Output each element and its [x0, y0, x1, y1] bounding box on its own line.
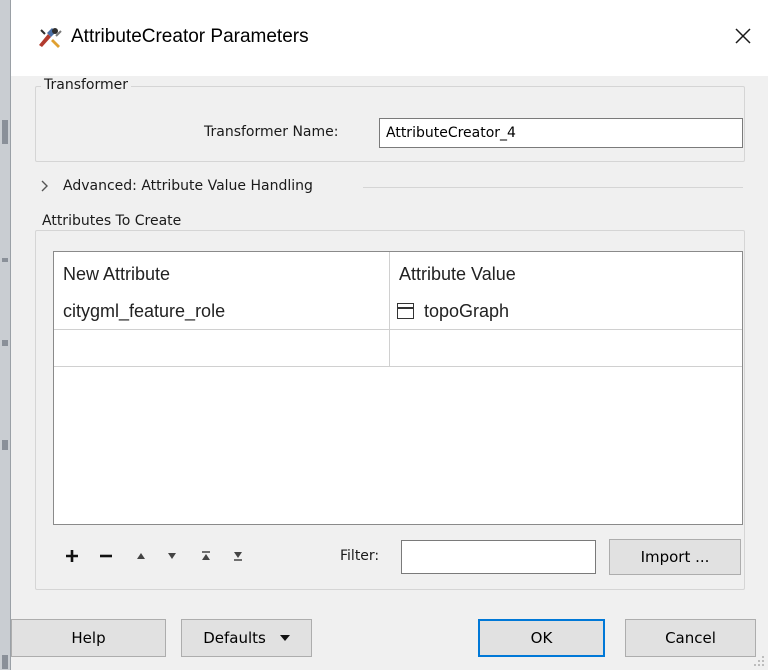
table-row-empty[interactable]	[54, 330, 742, 366]
ok-button[interactable]: OK	[478, 619, 605, 657]
caret-down-icon	[279, 635, 290, 641]
column-header-new-attribute[interactable]: New Attribute	[63, 264, 170, 285]
table-row[interactable]: citygml_feature_role topoGraph	[54, 290, 742, 328]
plus-icon	[66, 550, 78, 562]
transformer-name-input[interactable]	[379, 118, 743, 148]
attribute-value-text: topoGraph	[424, 301, 510, 321]
text-value-icon[interactable]	[397, 303, 414, 319]
advanced-section-label: Advanced: Attribute Value Handling	[63, 178, 313, 194]
help-button[interactable]: Help	[11, 619, 166, 657]
transformer-name-label: Transformer Name:	[204, 124, 339, 140]
attribute-value-cell[interactable]: topoGraph	[397, 301, 509, 322]
ok-button-label: OK	[530, 629, 553, 647]
remove-attribute-button[interactable]	[95, 545, 117, 567]
attribute-name-cell[interactable]: citygml_feature_role	[63, 301, 225, 322]
arrow-down-icon	[168, 553, 176, 559]
close-icon	[735, 28, 751, 44]
defaults-button-label: Defaults	[203, 629, 266, 647]
add-attribute-button[interactable]	[61, 545, 83, 567]
empty-value-cell[interactable]	[390, 330, 742, 366]
window-title: AttributeCreator Parameters	[71, 26, 309, 47]
title-bar[interactable]: AttributeCreator Parameters	[11, 0, 768, 76]
move-to-bottom-button[interactable]	[227, 545, 249, 567]
column-header-attribute-value[interactable]: Attribute Value	[399, 264, 516, 285]
transformer-icon	[36, 25, 64, 49]
cancel-button-label: Cancel	[665, 629, 716, 647]
import-button-label: Import ...	[640, 548, 710, 566]
chevron-right-icon	[39, 178, 51, 194]
help-button-label: Help	[71, 629, 106, 647]
attributecreator-dialog: AttributeCreator Parameters Transformer …	[10, 0, 768, 670]
attributes-group-legend: Attributes To Create	[39, 213, 185, 229]
move-down-button[interactable]	[161, 545, 183, 567]
advanced-section-toggle[interactable]: Advanced: Attribute Value Handling	[37, 176, 743, 198]
attributes-table: New Attribute Attribute Value citygml_fe…	[53, 251, 743, 525]
row-divider	[54, 366, 742, 367]
cancel-button[interactable]: Cancel	[625, 619, 756, 657]
move-to-top-button[interactable]	[195, 545, 217, 567]
transformer-group-legend: Transformer	[41, 77, 132, 93]
background-window-edge	[0, 0, 10, 670]
defaults-button[interactable]: Defaults	[181, 619, 312, 657]
advanced-divider	[363, 187, 743, 188]
filter-input[interactable]	[401, 540, 596, 574]
minus-icon	[100, 554, 112, 558]
import-button[interactable]: Import ...	[609, 539, 741, 575]
filter-label: Filter:	[340, 548, 380, 564]
resize-grip-icon[interactable]	[753, 655, 765, 667]
empty-attribute-cell[interactable]	[54, 330, 389, 366]
move-up-button[interactable]	[130, 545, 152, 567]
move-to-bottom-icon	[234, 552, 242, 561]
move-to-top-icon	[202, 551, 210, 560]
close-button[interactable]	[718, 13, 768, 59]
arrow-up-icon	[137, 553, 145, 559]
